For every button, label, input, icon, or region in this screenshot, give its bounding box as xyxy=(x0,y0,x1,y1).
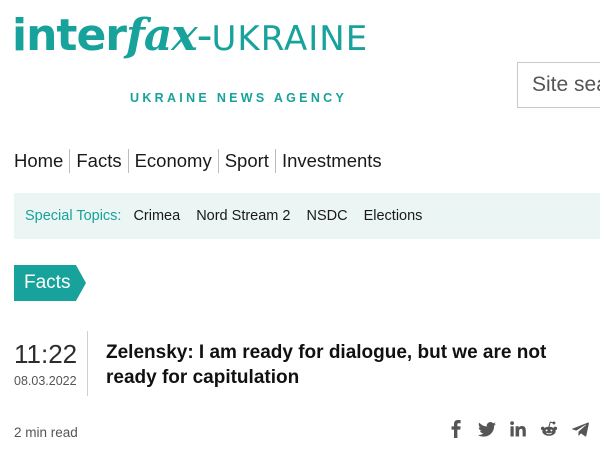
facebook-icon[interactable] xyxy=(446,419,466,439)
nav-item-investments[interactable]: Investments xyxy=(282,150,382,172)
topic-link-elections[interactable]: Elections xyxy=(364,208,423,224)
nav-item-economy[interactable]: Economy xyxy=(135,150,212,172)
logo-tagline: UKRAINE NEWS AGENCY xyxy=(130,91,348,105)
twitter-icon[interactable] xyxy=(477,419,497,439)
nav-separator xyxy=(69,149,71,173)
topic-link-nsdc[interactable]: NSDC xyxy=(306,208,347,224)
site-logo[interactable]: interfax-UKRAINE UKRAINE NEWS AGENCY xyxy=(12,14,367,109)
article-divider xyxy=(87,331,88,396)
nav-separator xyxy=(217,149,219,173)
logo-brand-part1: inter xyxy=(12,10,127,61)
section-tag[interactable]: Facts xyxy=(14,265,86,301)
share-bar xyxy=(446,418,600,440)
topic-link-crimea[interactable]: Crimea xyxy=(133,208,180,224)
page: interfax-UKRAINE UKRAINE NEWS AGENCY Hom… xyxy=(0,0,600,450)
article-title[interactable]: Zelensky: I am ready for dialogue, but w… xyxy=(106,341,596,390)
nav-item-home[interactable]: Home xyxy=(14,150,63,172)
logo-dash: - xyxy=(196,10,213,61)
nav-item-facts[interactable]: Facts xyxy=(76,150,121,172)
main-nav: Home Facts Economy Sport Investments xyxy=(14,148,382,174)
read-time: 2 min read xyxy=(14,425,78,440)
telegram-icon[interactable] xyxy=(570,419,590,439)
nav-separator xyxy=(274,149,276,173)
reddit-icon[interactable] xyxy=(539,419,559,439)
article-time: 11:22 xyxy=(14,339,78,369)
special-topics-label: Special Topics: xyxy=(25,208,122,224)
logo-wordmark: interfax-UKRAINE xyxy=(12,14,368,58)
search-box xyxy=(517,62,600,108)
linkedin-icon[interactable] xyxy=(508,419,528,439)
article-date: 08.03.2022 xyxy=(14,374,77,388)
logo-country: UKRAINE xyxy=(211,19,369,59)
search-input[interactable] xyxy=(518,63,600,107)
nav-item-sport[interactable]: Sport xyxy=(225,150,269,172)
logo-brand-part2: fax xyxy=(125,10,198,61)
special-topics-bar: Special Topics: Crimea Nord Stream 2 NSD… xyxy=(14,193,600,239)
topic-link-nord-stream-2[interactable]: Nord Stream 2 xyxy=(196,208,290,224)
nav-separator xyxy=(127,149,129,173)
